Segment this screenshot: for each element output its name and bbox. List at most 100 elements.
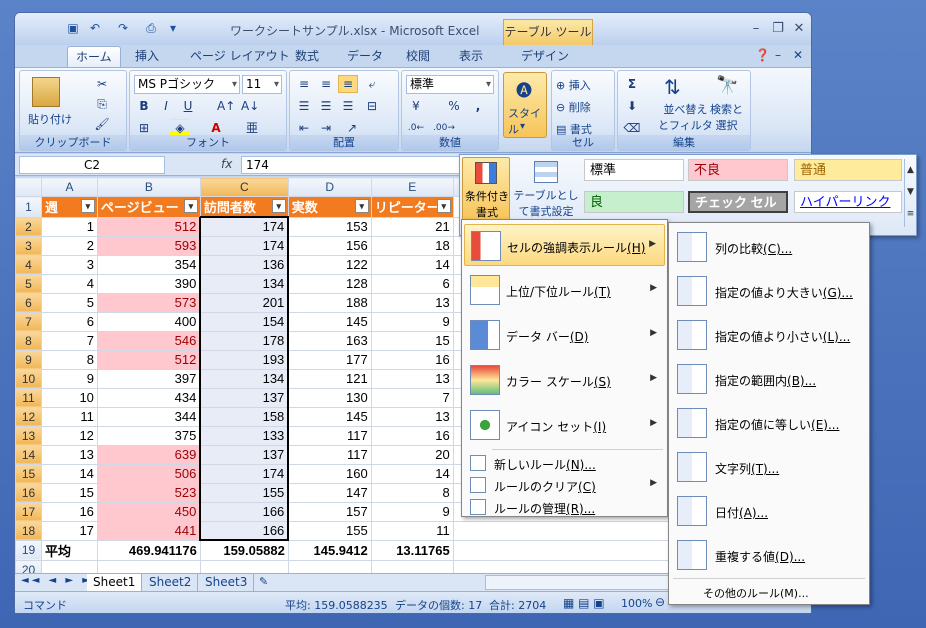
column-header-C[interactable]: C [199,177,289,197]
table-header-cell[interactable]: ページビュー ▾ [96,196,201,218]
average-label[interactable]: 平均 [40,539,98,561]
copy-icon[interactable]: ⎘ [92,95,112,113]
cell[interactable]: 16 [370,349,454,370]
menu-item-icon-set[interactable]: アイコン セット(I) ▶ [464,404,665,446]
font-size-combo[interactable]: 11 [242,75,282,94]
paste-button[interactable]: 貼り付け [28,111,72,127]
sort-filter-icon[interactable]: ⇅ [664,75,681,99]
cell[interactable]: 17 [40,520,98,541]
underline-button[interactable]: U [178,97,198,115]
cell[interactable]: 128 [287,273,372,294]
grow-font-icon[interactable]: A↑ [216,97,236,115]
merge-icon[interactable]: ⊟ [362,97,382,115]
tab-home[interactable]: ホーム [67,46,121,67]
cell[interactable]: 136 [199,254,290,275]
cell[interactable]: 133 [199,425,290,446]
cell[interactable]: 166 [199,520,290,541]
cell[interactable]: 523 [96,482,201,503]
row-header[interactable]: 2 [15,216,42,237]
cell[interactable]: 573 [96,292,201,313]
name-box[interactable]: C2 [19,156,165,174]
row-header[interactable]: 10 [15,368,42,389]
row-header[interactable]: 6 [15,292,42,313]
cell[interactable]: 8 [40,349,98,370]
view-buttons-icon[interactable]: ▦ ▤ ▣ [563,596,605,610]
cell[interactable]: 13 [370,368,454,389]
cell-style-option[interactable]: 普通 [794,159,902,181]
cell[interactable]: 7 [370,387,454,408]
cell[interactable]: 512 [96,349,201,370]
cell[interactable]: 145 [287,311,372,332]
cell-style-option[interactable]: 良 [584,191,684,213]
cell[interactable]: 15 [370,330,454,351]
cell[interactable]: 117 [287,444,372,465]
wrap-text-icon[interactable]: ⤶ [362,75,382,93]
zoom-out-icon[interactable]: ⊖ [655,595,665,609]
format-as-table-button[interactable]: テーブルとして書式設定 [512,157,580,221]
submenu-item[interactable]: 指定の値に等しい(E)... [671,401,867,445]
cell[interactable]: 354 [96,254,201,275]
row-header[interactable]: 18 [15,520,42,541]
ribbon-minimize-icon[interactable]: – [775,48,781,62]
average-cell[interactable]: 145.9412 [287,539,372,561]
cell[interactable] [199,559,289,573]
align-middle-icon[interactable]: ≡ [316,75,336,93]
cell[interactable]: 134 [199,368,290,389]
cell[interactable]: 188 [287,292,372,313]
cell[interactable]: 390 [96,273,201,294]
shrink-font-icon[interactable]: A↓ [240,97,260,115]
cell[interactable]: 134 [199,273,290,294]
cell[interactable]: 18 [370,235,454,256]
align-top-icon[interactable]: ≡ [294,75,314,93]
tab-review[interactable]: 校閲 [398,46,438,67]
average-cell[interactable]: 13.11765 [370,539,454,561]
average-cell[interactable]: 159.05882 [199,539,289,561]
cell[interactable]: 11 [370,520,454,541]
cell[interactable]: 8 [370,482,454,503]
percent-button[interactable]: % [444,97,464,115]
row-header[interactable]: 12 [15,406,42,427]
cell[interactable]: 174 [199,463,290,484]
cell-style-option[interactable]: 不良 [688,159,788,181]
cell[interactable]: 15 [40,482,98,503]
autosum-icon[interactable]: Σ [622,75,642,93]
cell[interactable]: 400 [96,311,201,332]
cell[interactable] [96,559,201,573]
sheet-tab-3[interactable]: Sheet3 [199,574,255,591]
cell[interactable]: 137 [199,444,290,465]
table-header-cell[interactable]: 訪問者数 ▾ [199,196,289,218]
number-format-combo[interactable]: 標準 [406,75,494,94]
cell[interactable]: 506 [96,463,201,484]
cell[interactable]: 639 [96,444,201,465]
ribbon-close-icon[interactable]: ✕ [793,48,803,62]
cell[interactable]: 9 [370,311,454,332]
cell[interactable]: 5 [40,292,98,313]
cell[interactable]: 14 [40,463,98,484]
align-right-icon[interactable]: ☰ [338,97,358,115]
cell[interactable]: 117 [287,425,372,446]
cell[interactable]: 166 [199,501,290,522]
row-header[interactable]: 19 [15,539,42,561]
menu-item-color-scale[interactable]: カラー スケール(S) ▶ [464,359,665,401]
cell[interactable] [287,559,372,573]
cell[interactable]: 158 [199,406,290,427]
row-header[interactable]: 15 [15,463,42,484]
cell[interactable]: 14 [370,254,454,275]
table-header-cell[interactable]: リピーター ▾ [370,196,454,218]
cell[interactable]: 145 [287,406,372,427]
cell-style-option[interactable]: チェック セル [688,191,788,213]
cell[interactable]: 13 [370,292,454,313]
cell[interactable]: 174 [199,216,290,237]
cell[interactable]: 11 [40,406,98,427]
cell[interactable]: 153 [287,216,372,237]
style-button[interactable]: 🅐 スタイル ▾ [503,72,547,138]
row-header[interactable]: 17 [15,501,42,522]
submenu-item[interactable]: 指定の範囲内(B)... [671,357,867,401]
cell[interactable] [370,559,454,573]
tab-formulas[interactable]: 数式 [287,46,327,67]
cell[interactable]: 147 [287,482,372,503]
cell[interactable]: 1 [40,216,98,237]
format-painter-icon[interactable]: 🖌 [92,115,112,133]
undo-icon[interactable]: ↶ [87,21,103,37]
print-icon[interactable]: ⎙ [143,21,159,37]
